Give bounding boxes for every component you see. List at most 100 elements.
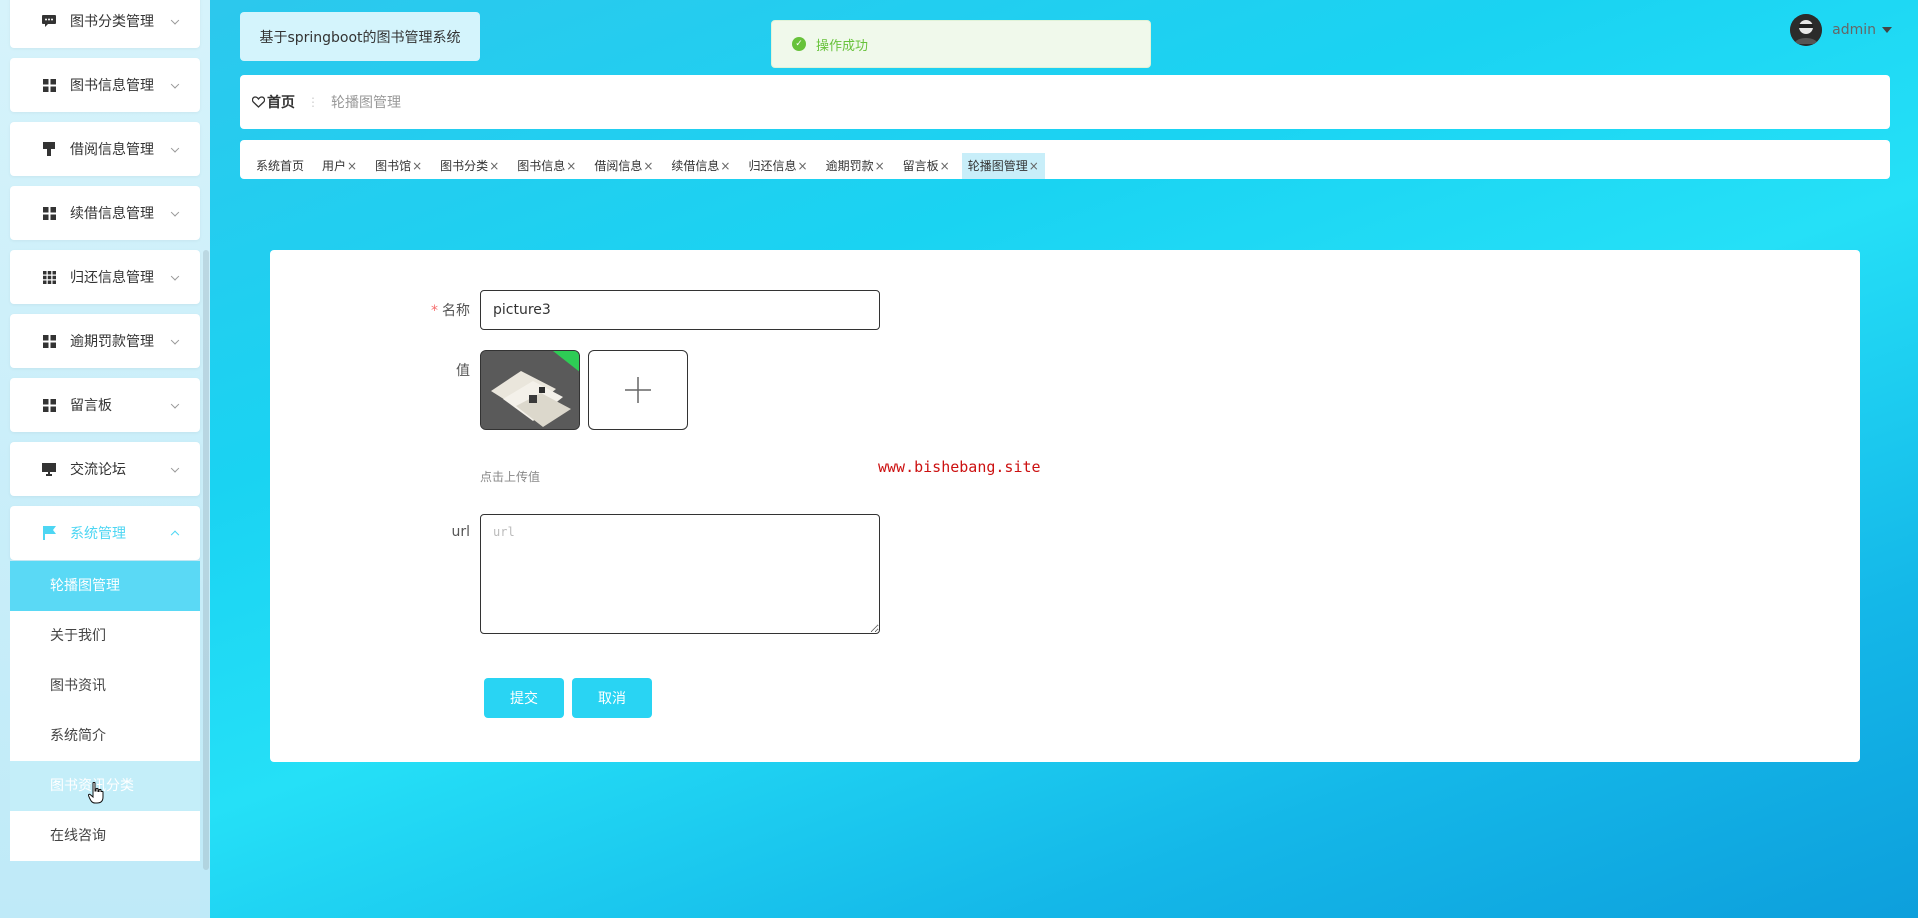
menu-borrow-info[interactable]: 借阅信息管理 [10, 122, 200, 176]
tab-carousel[interactable]: 轮播图管理× [961, 153, 1045, 179]
uploaded-image-thumbnail[interactable] [480, 350, 580, 430]
close-icon[interactable]: × [412, 159, 422, 173]
tab-label: 轮播图管理 [967, 159, 1028, 173]
submenu-carousel[interactable]: 轮播图管理 [10, 561, 200, 611]
menu-label: 图书分类管理 [70, 14, 154, 30]
close-icon[interactable]: × [720, 159, 730, 173]
grid-icon [42, 398, 56, 412]
grid-icon [42, 334, 56, 348]
menu-forum[interactable]: 交流论坛 [10, 442, 200, 496]
avatar [1790, 14, 1823, 46]
cancel-button[interactable]: 取消 [572, 678, 652, 718]
name-label: * 名称 [370, 300, 470, 320]
url-textarea[interactable] [480, 514, 880, 634]
close-icon[interactable]: × [643, 159, 653, 173]
menu-system[interactable]: 系统管理 [10, 506, 200, 560]
grid-icon [42, 78, 56, 92]
caret-down-icon [1882, 27, 1892, 33]
menu-label: 交流论坛 [70, 462, 126, 478]
close-icon[interactable]: × [566, 159, 576, 173]
tab-label: 续借信息 [671, 159, 720, 173]
tab-label: 留言板 [902, 159, 939, 173]
close-icon[interactable]: × [798, 159, 808, 173]
check-circle-icon: ✓ [792, 37, 806, 51]
menu-book-info[interactable]: 图书信息管理 [10, 58, 200, 112]
chevron-down-icon [170, 144, 180, 153]
chevron-down-icon [170, 208, 180, 217]
menu-overdue-fine[interactable]: 逾期罚款管理 [10, 314, 200, 368]
success-toast: ✓ 操作成功 [771, 20, 1151, 68]
menu-label: 续借信息管理 [70, 206, 154, 222]
name-input[interactable] [480, 290, 880, 330]
tab-overdue-fine[interactable]: 逾期罚款× [820, 153, 891, 179]
close-icon[interactable]: × [489, 159, 499, 173]
submenu-book-news[interactable]: 图书资讯 [10, 661, 200, 711]
chevron-down-icon [170, 272, 180, 281]
upload-tip: 点击上传值 [480, 470, 541, 484]
submenu-about-us[interactable]: 关于我们 [10, 611, 200, 661]
submenu-system-intro[interactable]: 系统简介 [10, 711, 200, 761]
tab-borrow-info[interactable]: 借阅信息× [588, 153, 659, 179]
plus-icon [625, 377, 651, 403]
tab-label: 图书分类 [440, 159, 489, 173]
monitor-icon [42, 462, 56, 476]
apps-grid-icon [42, 270, 56, 284]
chat-bubble-icon [42, 14, 56, 28]
breadcrumb-current: 轮播图管理 [331, 95, 401, 111]
required-asterisk: * [431, 303, 438, 319]
tab-book-category[interactable]: 图书分类× [434, 153, 505, 179]
chevron-down-icon [170, 464, 180, 473]
close-icon[interactable]: × [940, 159, 950, 173]
menu-label: 图书信息管理 [70, 78, 154, 94]
tab-label: 借阅信息 [594, 159, 643, 173]
close-icon[interactable]: × [875, 159, 885, 173]
chevron-down-icon [170, 400, 180, 409]
submenu-online-consult[interactable]: 在线咨询 [10, 811, 200, 861]
name-label-text: 名称 [442, 303, 470, 319]
tab-renew-info[interactable]: 续借信息× [665, 153, 736, 179]
submit-button[interactable]: 提交 [484, 678, 564, 718]
carousel-form-card: *名称 值 点击上传值 www.bishebang.site url 提交 取消 [270, 250, 1860, 762]
app-title: 基于springboot的图书管理系统 [240, 12, 480, 61]
chevron-down-icon [170, 80, 180, 89]
tab-user[interactable]: 用户× [316, 153, 363, 179]
menu-label: 系统管理 [70, 526, 126, 542]
menu-book-category[interactable]: 图书分类管理 [10, 0, 200, 48]
tab-home[interactable]: 系统首页 [250, 153, 310, 179]
tab-message-board[interactable]: 留言板× [897, 153, 956, 179]
chevron-up-icon [170, 530, 180, 540]
url-label: url [451, 524, 470, 540]
system-submenu: 轮播图管理 关于我们 图书资讯 系统简介 图书资讯分类 在线咨询 [10, 561, 200, 861]
tab-book-info[interactable]: 图书信息× [511, 153, 582, 179]
tab-label: 用户 [322, 159, 347, 173]
menu-renew-info[interactable]: 续借信息管理 [10, 186, 200, 240]
menu-label: 借阅信息管理 [70, 142, 154, 158]
sidebar: 图书分类管理 图书信息管理 借阅信息管理 续借信息管理 归还信息管理 逾期罚款管 [0, 0, 210, 918]
menu-return-info[interactable]: 归还信息管理 [10, 250, 200, 304]
breadcrumb-separator: ⋮ [307, 95, 319, 109]
tab-return-info[interactable]: 归还信息× [742, 153, 813, 179]
tab-label: 图书信息 [517, 159, 566, 173]
value-label: 值 [456, 363, 470, 379]
tab-library[interactable]: 图书馆× [369, 153, 428, 179]
heart-icon [252, 96, 265, 108]
chevron-down-icon [170, 336, 180, 345]
watermark-text: www.bishebang.site [878, 458, 1041, 476]
chevron-down-icon [170, 16, 180, 25]
sidebar-scrollbar[interactable] [203, 250, 209, 870]
tab-label: 系统首页 [256, 159, 305, 173]
menu-message-board[interactable]: 留言板 [10, 378, 200, 432]
breadcrumb-home-label: 首页 [267, 95, 295, 111]
close-icon[interactable]: × [347, 159, 357, 173]
submenu-news-category[interactable]: 图书资讯分类 [10, 761, 200, 811]
breadcrumb-home[interactable]: 首页 [252, 92, 295, 112]
close-icon[interactable]: × [1029, 159, 1039, 173]
grid-icon [42, 206, 56, 220]
menu-label: 留言板 [70, 398, 112, 414]
tab-label: 图书馆 [375, 159, 412, 173]
breadcrumb: 首页 ⋮ 轮播图管理 [240, 75, 1890, 129]
menu-label: 归还信息管理 [70, 270, 154, 286]
brush-icon [42, 142, 56, 156]
upload-button[interactable] [588, 350, 688, 430]
user-menu[interactable]: admin [1790, 14, 1892, 46]
